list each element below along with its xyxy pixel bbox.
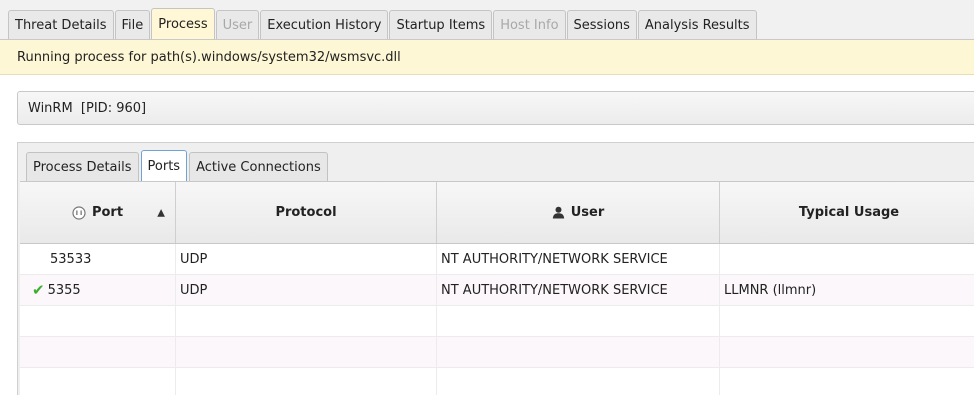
- info-banner: Running process for path(s).windows/syst…: [0, 40, 974, 75]
- table-row[interactable]: ✔ 5355 UDP NT AUTHORITY/NETWORK SERVICE …: [20, 275, 974, 306]
- top-tab-bar: Threat Details File Process User Executi…: [0, 0, 974, 40]
- tab-startup-items[interactable]: Startup Items: [389, 10, 493, 39]
- column-label-protocol: Protocol: [275, 205, 337, 220]
- tab-execution-history[interactable]: Execution History: [260, 10, 389, 39]
- table-row[interactable]: 53533 UDP NT AUTHORITY/NETWORK SERVICE: [20, 244, 974, 275]
- tab-process[interactable]: Process: [151, 8, 215, 39]
- tab-process-details[interactable]: Process Details: [26, 152, 139, 181]
- process-selector-value: WinRM [PID: 960]: [28, 100, 147, 116]
- cell-port: 53533: [20, 244, 176, 274]
- cell-usage: [720, 244, 974, 274]
- column-header-protocol[interactable]: Protocol: [176, 182, 437, 243]
- tab-sessions[interactable]: Sessions: [566, 10, 637, 39]
- cell-user: NT AUTHORITY/NETWORK SERVICE: [437, 275, 720, 305]
- ports-table: Port ▲ Protocol User Typical Usage 53533…: [20, 181, 974, 395]
- empty-table-row: [20, 368, 974, 395]
- cell-user: NT AUTHORITY/NETWORK SERVICE: [437, 244, 720, 274]
- column-header-typical-usage[interactable]: Typical Usage: [720, 182, 974, 243]
- port-icon: [72, 205, 86, 220]
- column-label-user: User: [570, 205, 605, 220]
- cell-protocol: UDP: [176, 275, 437, 305]
- tab-ports[interactable]: Ports: [140, 150, 188, 181]
- tab-threat-details[interactable]: Threat Details: [8, 10, 114, 39]
- empty-table-row: [20, 306, 974, 337]
- sort-ascending-icon[interactable]: ▲: [157, 207, 165, 218]
- checkmark-icon: ✔: [32, 281, 45, 299]
- cell-port: ✔ 5355: [20, 275, 176, 305]
- process-panel: Process Details Ports Active Connections…: [17, 142, 974, 395]
- cell-port-value: 5355: [47, 282, 81, 298]
- tab-user: User: [215, 10, 260, 39]
- empty-table-row: [20, 337, 974, 368]
- column-label-port: Port: [91, 205, 124, 220]
- process-selector[interactable]: WinRM [PID: 960]: [17, 91, 974, 125]
- column-header-port[interactable]: Port ▲: [20, 182, 176, 243]
- tab-analysis-results[interactable]: Analysis Results: [637, 10, 757, 39]
- tab-file[interactable]: File: [114, 10, 151, 39]
- user-icon: [552, 206, 565, 219]
- table-header: Port ▲ Protocol User Typical Usage: [20, 182, 974, 244]
- cell-protocol: UDP: [176, 244, 437, 274]
- inner-tab-bar: Process Details Ports Active Connections: [26, 150, 330, 181]
- tab-active-connections[interactable]: Active Connections: [189, 152, 328, 181]
- tab-host-info: Host Info: [493, 10, 566, 39]
- column-label-typical-usage: Typical Usage: [798, 205, 900, 220]
- banner-text: Running process for path(s).windows/syst…: [17, 49, 401, 65]
- cell-usage: LLMNR (llmnr): [720, 275, 974, 305]
- column-header-user[interactable]: User: [437, 182, 720, 243]
